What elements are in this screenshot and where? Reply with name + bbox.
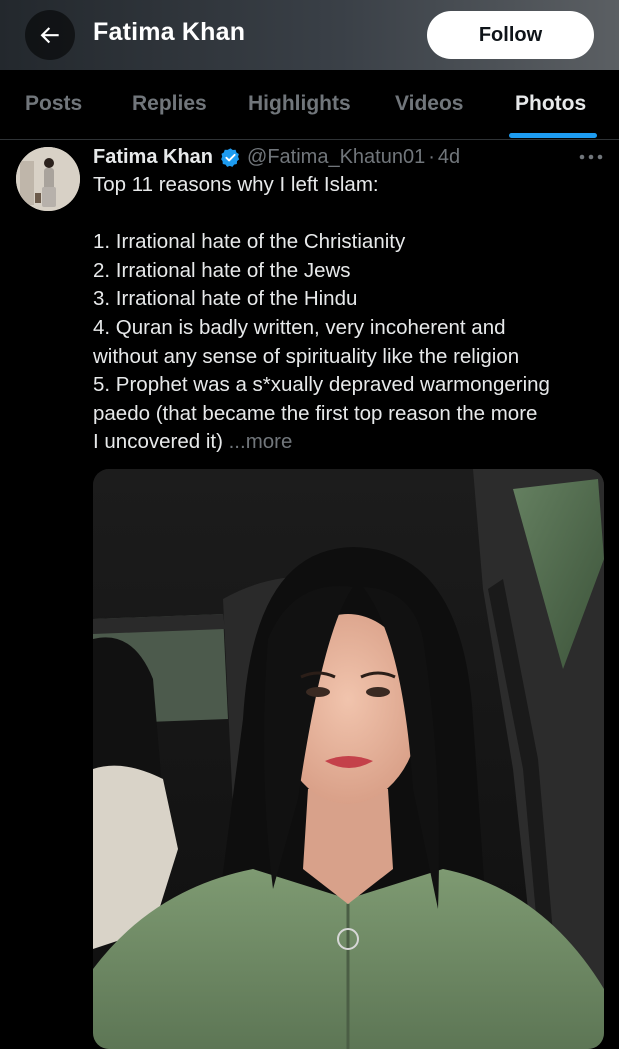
profile-header: Fatima Khan Follow (0, 0, 619, 70)
tweet-text-line: 2. Irrational hate of the Jews (93, 258, 351, 282)
active-tab-indicator (509, 133, 597, 138)
tab-highlights[interactable]: Highlights (248, 92, 351, 116)
tweet-text-line: 3. Irrational hate of the Hindu (93, 287, 358, 311)
tweet-text-line: paedo (that became the first top reason … (93, 401, 538, 425)
tweet-timestamp[interactable]: 4d (438, 146, 460, 169)
tab-posts[interactable]: Posts (25, 92, 82, 116)
header-title: Fatima Khan (93, 18, 246, 46)
tweet-photo[interactable] (93, 469, 604, 1049)
tweet-text-line: 4. Quran is badly written, very incohere… (93, 315, 506, 339)
tweet-text-segment: I uncovered it) (93, 430, 223, 454)
tab-replies[interactable]: Replies (132, 92, 207, 116)
tweet-text-line: 1. Irrational hate of the Christianity (93, 230, 406, 254)
separator-dot: · (428, 145, 435, 168)
arrow-left-icon (40, 27, 59, 44)
avatar[interactable] (16, 147, 80, 211)
back-button[interactable] (25, 10, 75, 60)
tab-photos[interactable]: Photos (515, 92, 586, 116)
tweet-text: Top 11 reasons why I left Islam: 1. Irra… (93, 171, 608, 457)
tweet-text-line: Top 11 reasons why I left Islam: (93, 173, 379, 196)
follow-button[interactable]: Follow (427, 11, 594, 59)
verified-badge-icon (221, 147, 240, 167)
show-more-link[interactable]: ...more (229, 430, 293, 453)
tweet-header: Fatima Khan @Fatima_Khatun01 · 4d (93, 144, 460, 170)
tweet-text-line-last: I uncovered it) ...more (93, 428, 608, 457)
more-horizontal-icon[interactable] (578, 150, 604, 164)
tweet-text-line: 5. Prophet was a s*xually depraved warmo… (93, 373, 550, 397)
tab-videos[interactable]: Videos (395, 92, 463, 116)
tweet-handle[interactable]: @Fatima_Khatun01 (247, 146, 425, 169)
tweet-author-name[interactable]: Fatima Khan (93, 146, 213, 169)
tweet-text-line: without any sense of spirituality like t… (93, 344, 520, 368)
profile-tabs: Posts Replies Highlights Videos Photos (0, 70, 619, 140)
tweet-text-line (93, 200, 608, 229)
